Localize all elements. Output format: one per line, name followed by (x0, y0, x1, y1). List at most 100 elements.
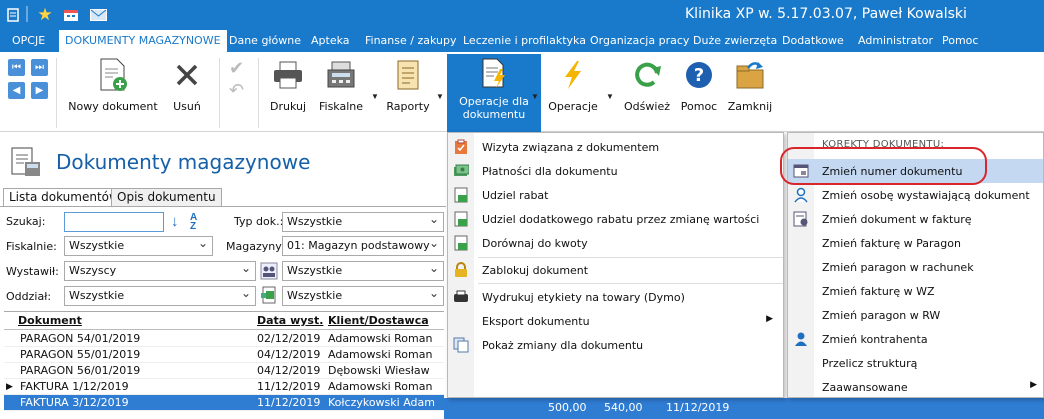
col-header-date[interactable]: Data wyst. (257, 312, 323, 329)
fiscal-dropdown-arrow[interactable]: ▼ (371, 92, 379, 101)
tab-opis-dokumentu[interactable]: Opis dokumentu (111, 188, 222, 207)
cell-document: FAKTURA 3/12/2019 (20, 396, 129, 409)
reports-dropdown-arrow[interactable]: ▼ (436, 92, 444, 101)
menu-dokumenty-magazynowe[interactable]: DOKUMENTY MAGAZYNOWE (59, 30, 227, 52)
warehouse-label: Magazyny: (226, 240, 285, 253)
copy-icon (453, 337, 469, 353)
menu-duze-zwierzeta[interactable]: Duże zwierzęta (693, 30, 777, 52)
mail-icon[interactable] (89, 6, 107, 23)
warehouse-select[interactable]: 01: Magazyn podstawowy (282, 236, 444, 256)
table-row[interactable]: PARAGON 55/01/2019 04/12/2019 Adamowski … (4, 347, 444, 363)
document-operations-label-1: Operacje dla (459, 95, 529, 108)
table-row[interactable]: PARAGON 56/01/2019 04/12/2019 Dębowski W… (4, 363, 444, 379)
menu-item-change-issuer[interactable]: Zmień osobę wystawiającą dokument (788, 183, 1043, 207)
first-record-icon[interactable]: ⏮ (8, 59, 25, 76)
reports-button[interactable]: Raporty (384, 56, 432, 132)
menu-dodatkowe[interactable]: Dodatkowe (782, 30, 844, 52)
cell-due-date: 11/12/2019 (666, 401, 730, 414)
help-button[interactable]: ? Pomoc (677, 56, 721, 132)
close-button[interactable]: Zamknij (725, 56, 775, 132)
delete-x-icon (167, 56, 207, 94)
branch2-select[interactable]: Wszystkie (282, 286, 444, 306)
col-header-document[interactable]: Dokument (18, 312, 82, 329)
next-record-icon[interactable]: ▶ (31, 82, 48, 99)
check-icon[interactable]: ✔ (229, 58, 244, 79)
quick-separator (26, 6, 28, 22)
refresh-button[interactable]: Odśwież (622, 56, 672, 132)
menu-item-print-labels[interactable]: Wydrukuj etykiety na towary (Dymo) (448, 285, 783, 309)
cell-document: PARAGON 56/01/2019 (20, 364, 141, 377)
prev-record-icon[interactable]: ◀ (8, 82, 25, 99)
document-operations-button[interactable]: Operacje dla dokumentu (447, 54, 541, 132)
branch-select[interactable]: Wszystkie (64, 286, 256, 306)
branch-filter-icon[interactable] (260, 286, 278, 307)
close-folder-icon (730, 56, 770, 94)
menu-item-visit[interactable]: Wizyta związana z dokumentem (448, 135, 783, 159)
table-row[interactable]: PARAGON 54/01/2019 02/12/2019 Adamowski … (4, 331, 444, 347)
undo-icon[interactable]: ↶ (229, 80, 244, 101)
window-title: Klinika XP w. 5.17.03.07, Paweł Kowalski (685, 6, 967, 22)
print-label: Drukuj (269, 100, 307, 113)
cell-gross: 540,00 (604, 401, 643, 414)
menu-item-advanced[interactable]: Zaawansowane ▶ (788, 375, 1043, 399)
menu-item-extra-discount[interactable]: Udziel dodatkowego rabatu przez zmianę w… (448, 207, 783, 231)
help-label: Pomoc (680, 100, 718, 113)
tab-lista-dokumentow[interactable]: Lista dokumentów (3, 188, 125, 207)
print-button[interactable]: Drukuj (265, 56, 311, 132)
menu-item-lock[interactable]: Zablokuj dokument (448, 258, 783, 282)
menu-opcje[interactable]: OPCJE (12, 30, 45, 52)
menu-item-payments[interactable]: Płatności dla dokumentu (448, 159, 783, 183)
document-operations-dropdown-arrow[interactable]: ▼ (531, 92, 539, 101)
fiscal-button[interactable]: Fiskalne (316, 56, 366, 132)
discount-icon (453, 211, 469, 227)
menu-item-recalculate-structure[interactable]: Przelicz strukturą (788, 351, 1043, 375)
doctype-label: Typ dok.: (234, 215, 284, 228)
documents-grid: Dokument Data wyst. Klient/Dostawca PARA… (4, 311, 444, 419)
app-icon[interactable] (6, 6, 20, 23)
delete-button[interactable]: Usuń (164, 56, 210, 132)
issuer-select[interactable]: Wszyscy (64, 261, 256, 281)
menu-organizacja-pracy[interactable]: Organizacja pracy (590, 30, 689, 52)
fiscal-select[interactable]: Wszystkie (64, 236, 213, 256)
cell-document: PARAGON 55/01/2019 (20, 348, 141, 361)
operations-dropdown-arrow[interactable]: ▼ (606, 92, 614, 101)
menu-item-show-changes[interactable]: Pokaż zmiany dla dokumentu (448, 333, 783, 357)
sort-desc-icon[interactable]: ↓ (171, 213, 179, 230)
menu-item-invoice-to-wz[interactable]: Zmień fakturę w WZ (788, 279, 1043, 303)
menu-item-invoice-to-receipt[interactable]: Zmień fakturę w Paragon (788, 231, 1043, 255)
menu-item-export[interactable]: Eksport dokumentu ▶ (448, 309, 783, 333)
ribbon: ⏮ ⏭ ◀ ▶ Nowy dokument Usuń ✔ ↶ Drukuj Fi… (0, 52, 1044, 132)
menu-item-discount[interactable]: Udziel rabat (448, 183, 783, 207)
new-document-button[interactable]: Nowy dokument (66, 56, 160, 132)
menu-administrator[interactable]: Administrator (858, 30, 933, 52)
search-input[interactable] (64, 212, 164, 232)
menu-apteka[interactable]: Apteka (311, 30, 350, 52)
col-header-client[interactable]: Klient/Dostawca (328, 312, 429, 329)
close-label: Zamknij (727, 100, 773, 113)
last-record-icon[interactable]: ⏭ (31, 59, 48, 76)
menu-dane-glowne[interactable]: Dane główne (229, 30, 301, 52)
menu-item-receipt-to-bill[interactable]: Zmień paragon w rachunek (788, 255, 1043, 279)
star-icon[interactable]: ★ (36, 5, 54, 24)
menu-item-match-amount[interactable]: Dorównaj do kwoty (448, 231, 783, 255)
menu-finanse-zakupy[interactable]: Finanse / zakupy (365, 30, 456, 52)
table-row[interactable]: ▶ FAKTURA 1/12/2019 11/12/2019 Adamowski… (4, 379, 444, 395)
people-filter-icon[interactable] (260, 262, 278, 283)
menu-item-to-invoice[interactable]: Zmień dokument w fakturę (788, 207, 1043, 231)
calendar-icon[interactable] (63, 6, 79, 23)
submenu-arrow-icon: ▶ (1030, 380, 1037, 390)
menu-pomoc[interactable]: Pomoc (942, 30, 978, 52)
selected-row-continuation: 500,00 540,00 11/12/2019 (444, 398, 1044, 419)
menu-leczenie[interactable]: Leczenie i profilaktyka (463, 30, 586, 52)
issuer2-select[interactable]: Wszystkie (282, 261, 444, 281)
sort-az-icon[interactable]: AZ (190, 213, 197, 232)
doctype-select[interactable]: Wszystkie (282, 212, 444, 232)
operations-button[interactable]: Operacje (546, 56, 600, 132)
cell-client: Dębowski Wiesław (328, 364, 430, 377)
cell-client: Adamowski Roman (328, 348, 433, 361)
table-row-selected[interactable]: FAKTURA 3/12/2019 11/12/2019 Kołczykowsk… (4, 395, 444, 411)
menu-item-receipt-to-rw[interactable]: Zmień paragon w RW (788, 303, 1043, 327)
menu-item-change-contractor[interactable]: Zmień kontrahenta (788, 327, 1043, 351)
cell-client: Adamowski Roman (328, 380, 433, 393)
operations-label: Operacje (548, 100, 598, 113)
